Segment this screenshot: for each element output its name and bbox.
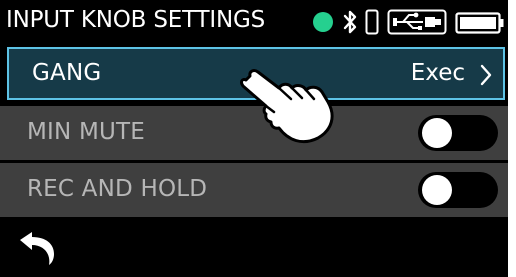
rec-and-hold-toggle-knob — [422, 175, 452, 205]
usb-icon — [387, 9, 447, 35]
back-arrow-icon[interactable] — [16, 230, 60, 266]
rec-and-hold-toggle[interactable] — [418, 172, 498, 208]
rec-and-hold-row[interactable]: REC AND HOLD — [0, 163, 508, 217]
status-dot-icon — [313, 12, 333, 32]
chevron-right-icon — [480, 64, 492, 86]
rec-and-hold-label: REC AND HOLD — [27, 176, 208, 202]
footer-bar — [0, 220, 508, 277]
phone-icon — [365, 9, 379, 35]
min-mute-toggle-knob — [422, 118, 452, 148]
header-bar: INPUT KNOB SETTINGS — [0, 0, 508, 44]
page-title: INPUT KNOB SETTINGS — [6, 7, 265, 33]
gang-label: GANG — [32, 60, 102, 86]
bluetooth-icon — [343, 10, 357, 34]
min-mute-toggle[interactable] — [418, 115, 498, 151]
min-mute-label: MIN MUTE — [27, 119, 146, 145]
screen: INPUT KNOB SETTINGS GANG Exec MIN MUTE R… — [0, 0, 508, 277]
hand-pointer-icon — [240, 69, 334, 144]
gang-value: Exec — [410, 60, 465, 86]
battery-icon — [455, 12, 504, 34]
